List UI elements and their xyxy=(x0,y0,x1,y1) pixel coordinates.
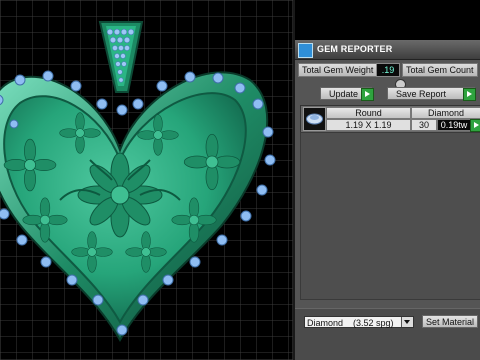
material-select[interactable]: Diamond (3.52 spg) xyxy=(304,316,414,328)
panel-title: GEM REPORTER xyxy=(317,44,393,54)
total-gem-weight-label: Total Gem Weight xyxy=(298,63,378,77)
total-gem-weight-value: .19 xyxy=(376,63,400,77)
panel-title-bar: GEM REPORTER xyxy=(295,40,480,60)
heart-pendant-model xyxy=(0,0,293,360)
round-gem-icon xyxy=(303,107,326,131)
save-report-button[interactable]: Save Report xyxy=(387,87,475,100)
chevron-down-icon[interactable] xyxy=(401,317,413,327)
table-header-material: Diamond xyxy=(411,107,480,119)
save-report-play-icon[interactable] xyxy=(463,88,476,101)
material-bar: Diamond (3.52 spg) Set Material xyxy=(295,308,480,360)
gem-reporter-panel: GEM REPORTER Total Gem Weight .19 Total … xyxy=(295,40,480,360)
3d-viewport[interactable] xyxy=(0,0,293,360)
table-cell-count: 30 xyxy=(411,119,437,131)
gem-table: Round Diamond 1.19 X 1.19 30 0.19tw xyxy=(300,105,480,133)
table-header-shape: Round xyxy=(326,107,411,119)
set-material-button[interactable]: Set Material xyxy=(422,315,478,328)
material-select-value: Diamond (3.52 spg) xyxy=(307,318,394,328)
table-cell-size: 1.19 X 1.19 xyxy=(326,119,411,131)
row-play-icon[interactable] xyxy=(470,119,480,132)
gem-reporter-logo-icon xyxy=(298,43,313,58)
total-gem-count-label: Total Gem Count xyxy=(402,63,478,77)
gem-list-area[interactable] xyxy=(300,132,480,300)
table-cell-weight: 0.19tw xyxy=(437,119,471,131)
update-play-icon[interactable] xyxy=(361,88,374,101)
